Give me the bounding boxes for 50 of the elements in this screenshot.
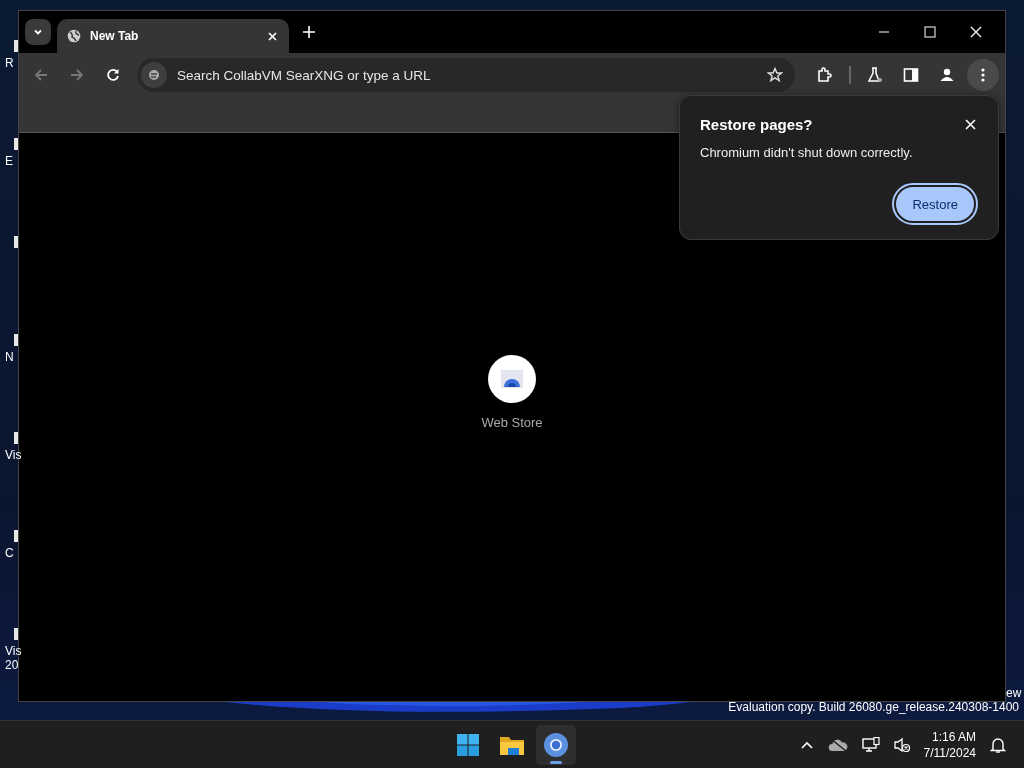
clock-time: 1:16 AM <box>931 728 976 745</box>
maximize-icon <box>924 26 936 38</box>
tab-title: New Tab <box>90 29 140 43</box>
menu-button[interactable] <box>967 59 999 91</box>
clock-date: 7/11/2024 <box>923 744 976 761</box>
tab-search-button[interactable] <box>25 19 51 45</box>
start-icon <box>456 732 480 757</box>
plus-icon <box>303 26 315 38</box>
cloud-off-icon[interactable] <box>827 737 848 752</box>
chromium-icon <box>543 731 569 758</box>
close-icon <box>970 26 982 38</box>
speaker-muted-icon[interactable] <box>893 736 910 753</box>
side-panel-icon <box>903 67 919 83</box>
person-icon <box>939 67 955 83</box>
forward-arrow-icon <box>70 68 84 82</box>
back-arrow-icon <box>34 68 48 82</box>
desktop-icon-label[interactable]: E <box>5 154 13 168</box>
close-icon <box>965 119 976 130</box>
desktop-icon-label[interactable]: ew <box>1006 686 1022 700</box>
bookmark-star-icon[interactable] <box>767 67 783 83</box>
taskbar-app-button[interactable] <box>536 724 576 765</box>
web-store-icon <box>488 354 536 403</box>
shortcut-label: Web Store <box>481 414 543 430</box>
chevron-down-icon <box>33 27 43 37</box>
puzzle-icon <box>817 67 833 83</box>
dialog-title: Restore pages? <box>700 116 813 133</box>
site-info-icon <box>148 69 160 81</box>
desktop-icon-label[interactable]: R <box>5 56 14 70</box>
close-button[interactable] <box>963 117 978 132</box>
desktop-icon-label[interactable]: C <box>5 546 14 560</box>
address-bar[interactable]: Search CollabVM SearXNG or type a URL <box>137 58 795 92</box>
desktop-icon-label[interactable]: Vis 20 <box>5 644 22 672</box>
tab[interactable]: New Tab <box>57 19 289 53</box>
bell-icon[interactable] <box>990 735 1006 754</box>
close-icon <box>268 31 277 41</box>
flask-icon <box>867 67 883 83</box>
tab-close-button[interactable] <box>266 29 279 43</box>
clock[interactable]: 1:16 AM 7/11/2024 <box>923 728 976 761</box>
menu-dots-icon <box>981 67 985 83</box>
desktop-icon-label[interactable]: N <box>5 350 14 364</box>
evaluation-watermark: Evaluation copy. Build 26080.ge_release.240308-1400 <box>728 700 1019 714</box>
restore-button[interactable]: Restore <box>894 185 976 223</box>
dialog-message: Chromium didn't shut down correctly. <box>700 145 914 160</box>
reload-icon <box>106 68 120 82</box>
chevron-up-icon[interactable] <box>799 739 814 750</box>
network-icon[interactable] <box>861 736 880 753</box>
shortcut-tile[interactable]: Web Store <box>477 350 547 434</box>
desktop-icon-label[interactable]: Vis <box>5 448 22 462</box>
running-indicator <box>550 760 562 764</box>
globe-icon <box>67 29 81 43</box>
